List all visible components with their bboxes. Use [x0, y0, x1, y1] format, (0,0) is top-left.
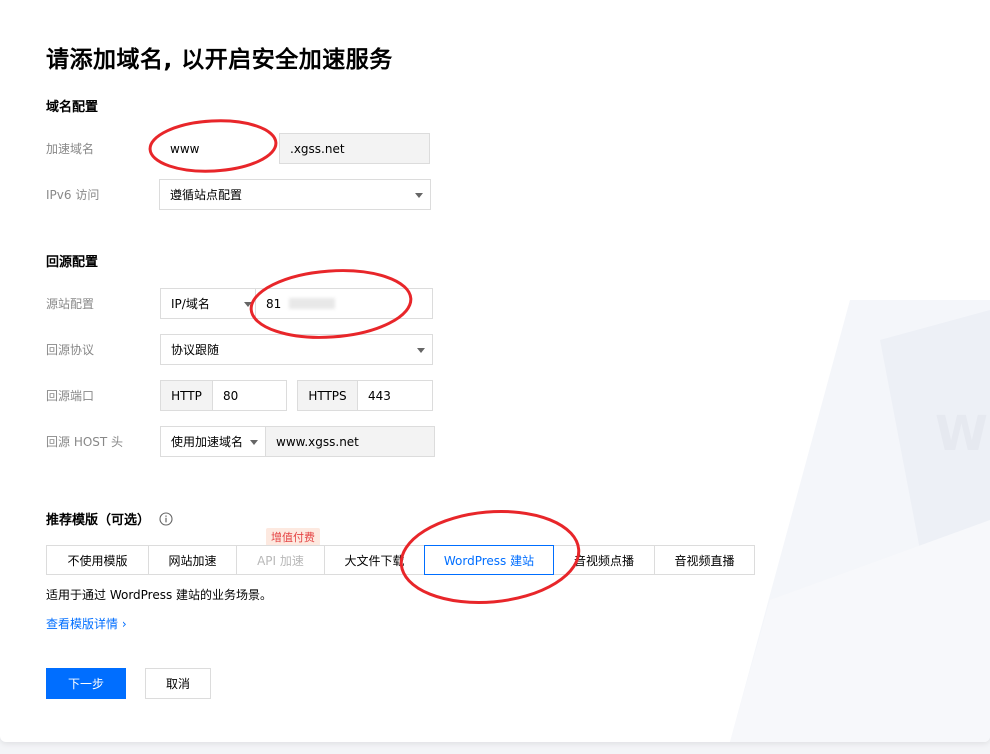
protocol-select-value: 协议跟随 — [171, 343, 220, 357]
http-port-input[interactable]: 80 — [212, 380, 287, 411]
chevron-down-icon — [417, 348, 425, 353]
origin-address-input[interactable]: 81 — [255, 288, 433, 319]
cancel-button[interactable]: 取消 — [145, 668, 211, 699]
svg-text:W: W — [935, 406, 988, 462]
tab-website-accel[interactable]: 网站加速 — [148, 545, 237, 575]
protocol-label: 回源协议 — [46, 343, 95, 357]
origin-label: 源站配置 — [46, 297, 95, 311]
template-description: 适用于通过 WordPress 建站的业务场景。 — [46, 588, 273, 602]
ipv6-select[interactable]: 遵循站点配置 — [159, 179, 431, 210]
origin-type-value: IP/域名 — [171, 297, 210, 311]
host-mode-select[interactable]: 使用加速域名 — [160, 426, 266, 457]
tab-wordpress[interactable]: WordPress 建站 — [424, 545, 554, 575]
origin-config-title: 回源配置 — [46, 255, 99, 270]
templates-title-text: 推荐模版（可选） — [46, 513, 151, 528]
paid-badge: 增值付费 — [266, 528, 320, 546]
http-label-box: HTTP — [160, 380, 213, 411]
accel-domain-suffix-text: .xgss.net — [290, 141, 345, 156]
redacted-address — [289, 298, 336, 309]
info-icon[interactable] — [158, 512, 173, 526]
chevron-down-icon — [415, 193, 423, 198]
tab-api-accel[interactable]: API 加速 — [236, 545, 325, 575]
tab-live-streaming[interactable]: 音视频直播 — [654, 545, 755, 575]
chevron-down-icon — [244, 302, 252, 307]
background-decoration: W — [730, 300, 990, 742]
http-label: HTTP — [171, 388, 202, 403]
protocol-select[interactable]: 协议跟随 — [160, 334, 433, 365]
tab-large-file-download[interactable]: 大文件下载 — [324, 545, 425, 575]
templates-title: 推荐模版（可选） — [46, 509, 173, 528]
tab-no-template[interactable]: 不使用模版 — [46, 545, 149, 575]
chevron-down-icon — [250, 440, 258, 445]
accel-domain-prefix-value: www — [170, 141, 200, 156]
page-title: 请添加域名, 以开启安全加速服务 — [46, 47, 393, 73]
https-port-value: 443 — [368, 388, 391, 403]
https-label-box: HTTPS — [297, 380, 358, 411]
https-label: HTTPS — [308, 388, 347, 403]
ipv6-label: IPv6 访问 — [46, 188, 100, 202]
ipv6-select-value: 遵循站点配置 — [170, 188, 243, 202]
host-value: www.xgss.net — [276, 434, 359, 449]
origin-type-select[interactable]: IP/域名 — [160, 288, 256, 319]
main-card: W 请添加域名, 以开启安全加速服务 域名配置 加速域名 www .xgss.n… — [0, 0, 990, 742]
host-mode-value: 使用加速域名 — [171, 435, 244, 449]
https-port-input[interactable]: 443 — [357, 380, 433, 411]
accel-domain-label: 加速域名 — [46, 142, 95, 156]
port-label: 回源端口 — [46, 389, 95, 403]
accel-domain-prefix-input[interactable]: www — [159, 133, 275, 164]
http-port-value: 80 — [223, 388, 239, 403]
host-label: 回源 HOST 头 — [46, 435, 124, 449]
template-tabs: 不使用模版 网站加速 API 加速 大文件下载 WordPress 建站 音视频… — [46, 545, 755, 575]
domain-config-title: 域名配置 — [46, 100, 99, 115]
origin-address-value: 81 — [266, 296, 282, 311]
accel-domain-suffix: .xgss.net — [279, 133, 430, 164]
host-value-field: www.xgss.net — [265, 426, 435, 457]
next-button[interactable]: 下一步 — [46, 668, 126, 699]
tab-video-on-demand[interactable]: 音视频点播 — [553, 545, 655, 575]
template-details-link[interactable]: 查看模版详情 › — [46, 615, 127, 632]
